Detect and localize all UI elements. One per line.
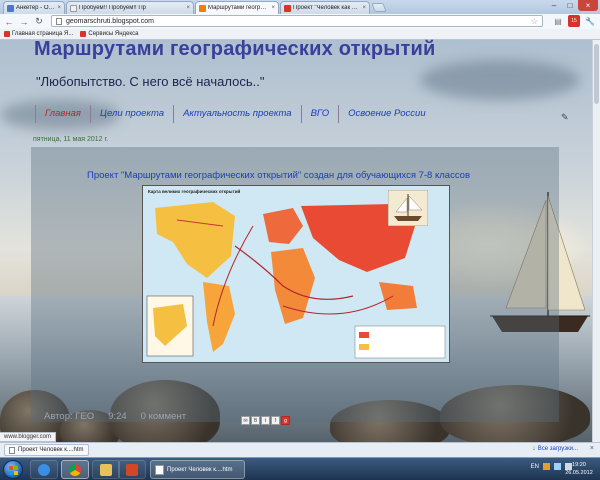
tab-label: Проект "Человек как элем bbox=[293, 5, 361, 11]
bookmark-label: Сервисы Яндекса bbox=[88, 31, 139, 37]
download-arrow-icon: ↓ bbox=[532, 445, 536, 452]
blog-nav: Главная Цели проекта Актуальность проект… bbox=[35, 105, 435, 123]
post-comments-link[interactable]: 0 коммент bbox=[141, 411, 186, 422]
cloud bbox=[420, 60, 580, 100]
edit-wrench-icon[interactable]: ✎ bbox=[561, 112, 569, 123]
page-icon bbox=[56, 17, 62, 25]
folder-icon bbox=[100, 463, 112, 476]
bookmark-yandex-home[interactable]: Главная страница Я... bbox=[4, 31, 73, 37]
page-scrollbar[interactable] bbox=[592, 40, 600, 442]
download-shelf: Проект Человек к....htm bbox=[0, 442, 600, 457]
tab-anketer[interactable]: Анкетер - Опрос × bbox=[3, 1, 65, 14]
bookmark-yandex-services[interactable]: Сервисы Яндекса bbox=[80, 31, 138, 37]
close-icon[interactable]: × bbox=[271, 5, 275, 11]
windows-logo-icon bbox=[9, 466, 13, 470]
nav-russia[interactable]: Освоение России bbox=[338, 105, 434, 123]
windows-logo-icon bbox=[14, 466, 18, 470]
tab-proekt[interactable]: Проект "Человек как элем × bbox=[280, 1, 370, 14]
window-controls: – □ × bbox=[546, 0, 598, 11]
powerpoint-icon bbox=[126, 463, 138, 476]
taskbar-chrome[interactable] bbox=[61, 460, 89, 479]
tab-favicon bbox=[70, 4, 77, 12]
yandex-icon bbox=[80, 31, 87, 37]
tab-strip: Анкетер - Опрос × Пробуем!! Пробуем!! Пр… bbox=[0, 0, 600, 14]
taskbar-task-label: Проект Человек к....htm bbox=[167, 466, 233, 473]
clock-date: 26.05.2012 bbox=[565, 470, 593, 476]
blog-title[interactable]: Маршрутами географических открытий bbox=[34, 38, 436, 61]
download-item[interactable]: Проект Человек к....htm bbox=[4, 444, 89, 456]
tab-marshrutami[interactable]: Маршрутами географич × bbox=[195, 1, 279, 14]
blogger-icon bbox=[199, 4, 206, 12]
tray-flag-icon[interactable] bbox=[543, 463, 550, 470]
windows-logo-icon bbox=[14, 471, 18, 475]
toolbar-extensions: ▤ 15 🔧 bbox=[552, 15, 596, 27]
tab-probuem[interactable]: Пробуем!! Пробуем!! Пр × bbox=[66, 1, 194, 14]
status-bar: www.blogger.com bbox=[0, 432, 57, 442]
download-filename: Проект Человек к....htm bbox=[18, 447, 84, 453]
taskbar-explorer[interactable] bbox=[92, 460, 120, 479]
tab-label: Маршрутами географич bbox=[208, 5, 270, 11]
url-text: geomarschruti.blogspot.com bbox=[66, 17, 154, 25]
bookmark-label: Главная страница Я... bbox=[12, 31, 74, 37]
new-tab-button[interactable] bbox=[371, 3, 387, 12]
scrollbar-thumb[interactable] bbox=[594, 44, 599, 104]
document-icon bbox=[155, 464, 164, 475]
bookmark-star-icon[interactable]: ☆ bbox=[531, 17, 538, 26]
tab-label: Анкетер - Опрос bbox=[16, 5, 56, 11]
extension-icon[interactable]: ▤ bbox=[552, 15, 564, 27]
windows-logo-icon bbox=[9, 471, 13, 475]
taskbar: Проект Человек к....htm EN 19:20 26.05.2… bbox=[0, 457, 600, 480]
taskbar-powerpoint[interactable] bbox=[118, 460, 146, 479]
nav-vgo[interactable]: ВГО bbox=[300, 105, 339, 123]
facebook-icon[interactable]: f bbox=[271, 416, 280, 425]
post-author[interactable]: Автор: ГЕО bbox=[44, 411, 94, 422]
tab-favicon bbox=[284, 4, 291, 12]
share-buttons: ✉ B t f g bbox=[241, 416, 290, 425]
back-icon[interactable]: ← bbox=[3, 16, 15, 28]
show-all-downloads-link[interactable]: ↓ Все загрузки... bbox=[532, 445, 578, 452]
reload-icon[interactable]: ↻ bbox=[33, 16, 45, 28]
nav-relevance[interactable]: Актуальность проекта bbox=[173, 105, 301, 123]
ship-illustration bbox=[388, 190, 428, 226]
ie-icon bbox=[38, 463, 50, 476]
post-title[interactable]: Проект "Маршрутами географических открыт… bbox=[87, 170, 470, 181]
post-time[interactable]: 9:24 bbox=[108, 411, 127, 422]
address-bar[interactable]: geomarschruti.blogspot.com ☆ bbox=[51, 15, 543, 27]
nav-home[interactable]: Главная bbox=[35, 105, 90, 123]
window-close-icon[interactable]: × bbox=[578, 0, 598, 11]
close-icon[interactable]: × bbox=[57, 5, 61, 11]
forward-icon[interactable]: → bbox=[18, 16, 30, 28]
download-shelf-close-icon[interactable]: × bbox=[590, 445, 594, 452]
clock-time: 19:20 bbox=[572, 462, 586, 468]
tab-favicon bbox=[7, 4, 14, 12]
post-footer: Автор: ГЕО 9:24 0 коммент bbox=[44, 411, 186, 422]
language-indicator[interactable]: EN bbox=[531, 464, 539, 470]
blog-description: "Любопытство. С него всё началось.." bbox=[36, 74, 265, 89]
nav-goals[interactable]: Цели проекта bbox=[89, 105, 173, 123]
twitter-icon[interactable]: t bbox=[261, 416, 270, 425]
taskbar-document-task[interactable]: Проект Человек к....htm bbox=[150, 460, 245, 479]
tab-label: Пробуем!! Пробуем!! Пр bbox=[79, 5, 147, 11]
email-share-icon[interactable]: ✉ bbox=[241, 416, 250, 425]
taskbar-clock[interactable]: 19:20 26.05.2012 bbox=[564, 461, 594, 477]
wrench-icon[interactable]: 🔧 bbox=[584, 15, 596, 27]
extension-badge-icon[interactable]: 15 bbox=[568, 15, 580, 27]
start-button[interactable] bbox=[3, 460, 23, 479]
chrome-icon bbox=[69, 463, 81, 476]
blogthis-icon[interactable]: B bbox=[251, 416, 260, 425]
map-heading: Карта великих географических открытий bbox=[148, 189, 241, 194]
file-icon bbox=[9, 446, 15, 454]
close-icon[interactable]: × bbox=[362, 5, 366, 11]
show-all-label: Все загрузки... bbox=[537, 445, 578, 452]
yandex-icon bbox=[4, 31, 10, 37]
network-icon[interactable] bbox=[554, 463, 561, 470]
google-plus-icon[interactable]: g bbox=[281, 416, 290, 425]
maximize-icon[interactable]: □ bbox=[562, 0, 578, 11]
close-icon[interactable]: × bbox=[186, 5, 190, 11]
minimize-icon[interactable]: – bbox=[546, 0, 562, 11]
taskbar-ie[interactable] bbox=[30, 460, 58, 479]
post-date: пятница, 11 мая 2012 г. bbox=[33, 136, 109, 143]
